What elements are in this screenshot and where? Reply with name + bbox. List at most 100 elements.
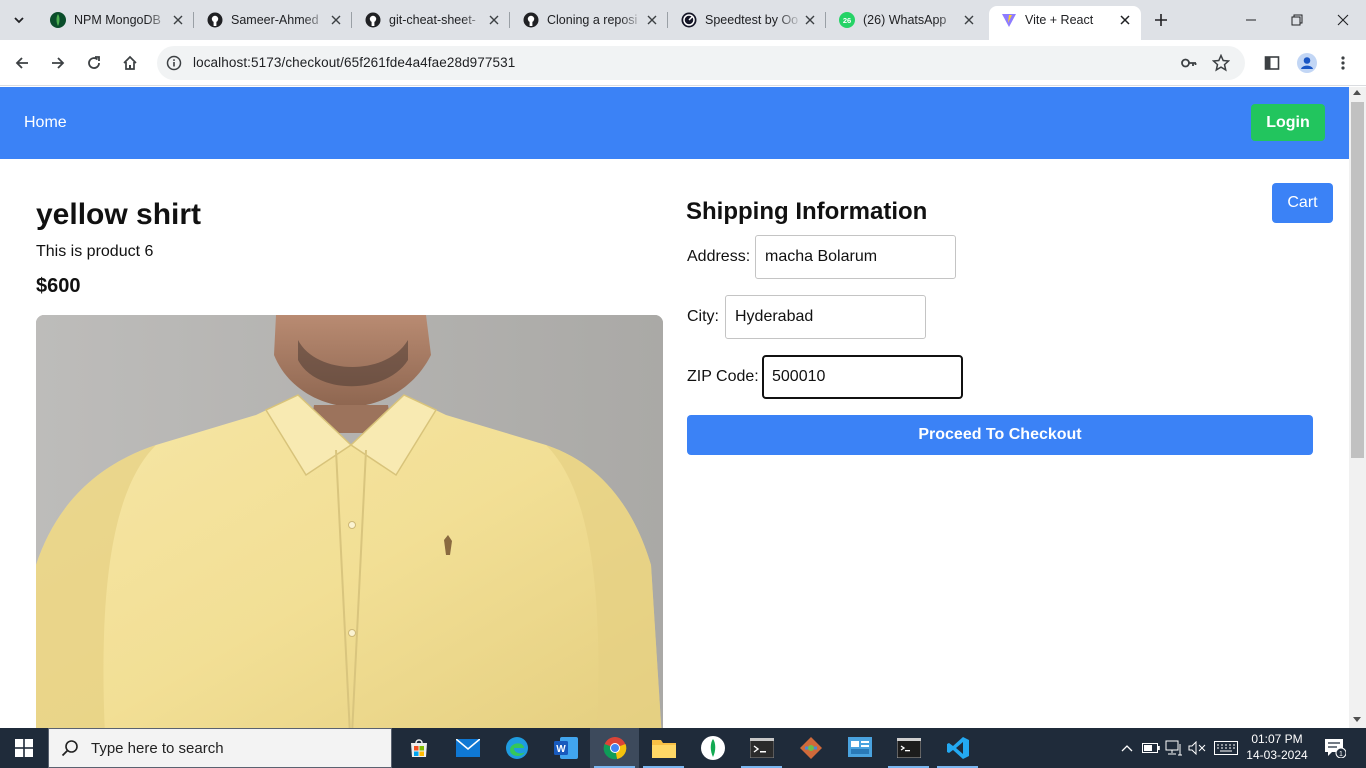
url-text[interactable]: localhost:5173/checkout/65f261fde4a4fae2… bbox=[193, 55, 515, 70]
taskbar-app-file-explorer[interactable] bbox=[639, 728, 688, 768]
browser-tab[interactable]: Sameer-Ahmed bbox=[195, 6, 352, 34]
tab-title: Sameer-Ahmed bbox=[231, 13, 319, 27]
vite-icon bbox=[1001, 12, 1017, 28]
home-button[interactable] bbox=[116, 49, 144, 77]
side-panel-button[interactable] bbox=[1258, 49, 1286, 77]
proceed-checkout-button[interactable]: Proceed To Checkout bbox=[687, 415, 1313, 455]
taskbar-search-box[interactable]: Type here to search bbox=[48, 728, 392, 768]
vscode-icon bbox=[946, 737, 969, 759]
browser-tab[interactable]: Speedtest by Oo bbox=[669, 6, 826, 34]
network-indicator[interactable] bbox=[1163, 728, 1185, 768]
password-key-icon[interactable] bbox=[1179, 53, 1199, 73]
folder-icon bbox=[651, 740, 676, 758]
profile-button[interactable] bbox=[1293, 49, 1321, 77]
reload-button[interactable] bbox=[80, 49, 108, 77]
address-input[interactable] bbox=[755, 235, 956, 279]
close-icon[interactable] bbox=[328, 12, 344, 28]
taskbar-app-control-panel[interactable] bbox=[835, 728, 884, 768]
nav-home-link[interactable]: Home bbox=[24, 114, 67, 132]
bookmark-star-icon[interactable] bbox=[1211, 53, 1231, 73]
tab-search-button[interactable] bbox=[7, 8, 31, 32]
notification-center-button[interactable]: 1 bbox=[1320, 728, 1350, 768]
svg-text:1: 1 bbox=[1339, 751, 1343, 758]
page-viewport: Home Login yellow shirt This is product … bbox=[0, 87, 1349, 728]
new-tab-button[interactable] bbox=[1149, 8, 1173, 32]
taskbar-app-git-gui[interactable] bbox=[786, 728, 835, 768]
login-button[interactable]: Login bbox=[1251, 104, 1325, 141]
forward-button[interactable] bbox=[44, 49, 72, 77]
word-icon: W bbox=[553, 737, 578, 759]
mongodb-leaf-icon bbox=[700, 736, 725, 760]
chevron-down-icon bbox=[14, 17, 24, 24]
whatsapp-icon: 26 bbox=[839, 12, 855, 28]
browser-tab[interactable]: Cloning a reposi bbox=[511, 6, 668, 34]
browser-tab-active[interactable]: Vite + React bbox=[989, 6, 1141, 40]
close-icon[interactable] bbox=[802, 12, 818, 28]
taskbar-search-placeholder: Type here to search bbox=[91, 739, 224, 757]
taskbar-app-terminal[interactable] bbox=[737, 728, 786, 768]
taskbar-clock[interactable]: 01:07 PM 14-03-2024 bbox=[1246, 731, 1308, 763]
scroll-down-arrow-icon[interactable] bbox=[1353, 717, 1361, 722]
zip-input[interactable] bbox=[762, 355, 963, 399]
navbar: Home Login bbox=[0, 87, 1349, 159]
minimize-button[interactable] bbox=[1228, 0, 1274, 40]
zip-label: ZIP Code: bbox=[687, 368, 759, 385]
product-image bbox=[36, 315, 663, 728]
scroll-up-arrow-icon[interactable] bbox=[1353, 90, 1361, 95]
chevron-up-icon bbox=[1121, 745, 1133, 752]
control-panel-icon bbox=[847, 737, 872, 757]
battery-icon bbox=[1142, 743, 1160, 753]
browser-tab[interactable]: git-cheat-sheet- bbox=[353, 6, 510, 34]
speedtest-icon bbox=[681, 12, 697, 28]
reload-icon bbox=[88, 56, 100, 69]
taskbar-app-vscode[interactable] bbox=[933, 728, 982, 768]
mongodb-leaf-icon bbox=[50, 12, 66, 28]
site-info-icon[interactable] bbox=[165, 54, 183, 72]
clock-date: 14-03-2024 bbox=[1246, 748, 1308, 762]
back-button[interactable] bbox=[8, 49, 36, 77]
arrow-left-icon bbox=[15, 57, 28, 69]
home-icon bbox=[123, 55, 137, 70]
taskbar-app-edge[interactable] bbox=[492, 728, 541, 768]
tray-overflow-button[interactable] bbox=[1117, 728, 1137, 768]
browser-tab[interactable]: 26 (26) WhatsApp bbox=[827, 6, 985, 34]
product-description: This is product 6 bbox=[36, 243, 154, 260]
keyboard-icon bbox=[1214, 741, 1238, 755]
volume-indicator[interactable] bbox=[1186, 728, 1208, 768]
more-vertical-icon bbox=[1341, 56, 1345, 70]
city-input[interactable] bbox=[725, 295, 926, 339]
close-window-button[interactable] bbox=[1320, 0, 1366, 40]
page-scrollbar[interactable] bbox=[1349, 87, 1366, 728]
close-icon[interactable] bbox=[486, 12, 502, 28]
notification-icon: 1 bbox=[1325, 739, 1346, 758]
scroll-thumb[interactable] bbox=[1351, 102, 1364, 458]
github-icon bbox=[523, 12, 539, 28]
battery-indicator[interactable] bbox=[1140, 728, 1162, 768]
close-icon[interactable] bbox=[170, 12, 186, 28]
start-button[interactable] bbox=[0, 728, 48, 768]
taskbar-app-mail[interactable] bbox=[443, 728, 492, 768]
browser-tab-strip: NPM MongoDB Sameer-Ahmed git-cheat-sheet… bbox=[0, 0, 1366, 40]
search-icon bbox=[61, 740, 78, 757]
close-icon[interactable] bbox=[1117, 12, 1133, 28]
restore-button[interactable] bbox=[1274, 0, 1320, 40]
minimize-icon bbox=[1246, 19, 1256, 21]
cart-button[interactable]: Cart bbox=[1272, 183, 1333, 223]
keyboard-indicator[interactable] bbox=[1212, 728, 1240, 768]
taskbar-app-store[interactable] bbox=[394, 728, 443, 768]
address-bar[interactable]: localhost:5173/checkout/65f261fde4a4fae2… bbox=[157, 46, 1245, 80]
browser-tab[interactable]: NPM MongoDB bbox=[38, 6, 194, 34]
tab-title: (26) WhatsApp bbox=[863, 13, 947, 27]
taskbar-app-command-prompt[interactable] bbox=[884, 728, 933, 768]
taskbar-app-word[interactable]: W bbox=[541, 728, 590, 768]
shipping-title: Shipping Information bbox=[686, 198, 928, 225]
tab-title: Speedtest by Oo bbox=[705, 13, 799, 27]
tab-title: NPM MongoDB bbox=[74, 13, 161, 27]
browser-menu-button[interactable] bbox=[1329, 49, 1357, 77]
plus-icon bbox=[1155, 14, 1167, 26]
taskbar-app-mongodb-compass[interactable] bbox=[688, 728, 737, 768]
taskbar-app-chrome[interactable] bbox=[590, 728, 639, 768]
close-icon[interactable] bbox=[644, 12, 660, 28]
network-icon bbox=[1165, 740, 1182, 756]
close-icon[interactable] bbox=[961, 12, 977, 28]
